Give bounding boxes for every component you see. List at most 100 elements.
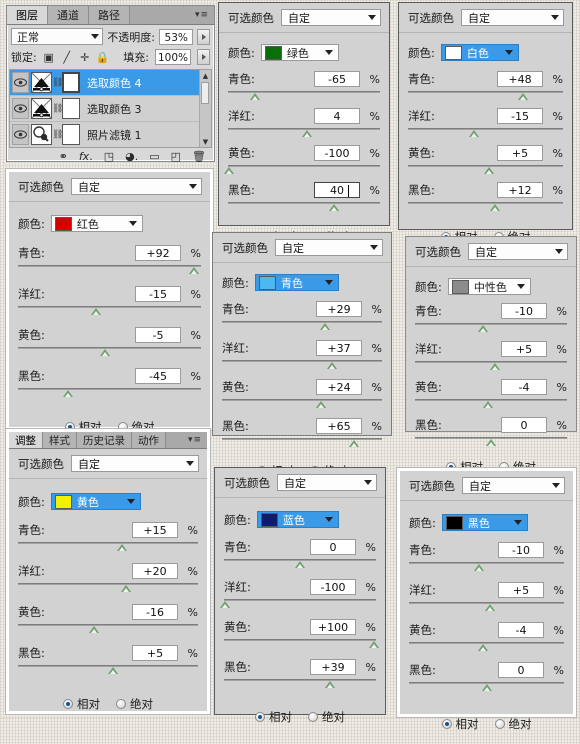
magenta-input[interactable]: +20 xyxy=(132,563,178,579)
black-input[interactable]: -45 xyxy=(135,368,181,384)
magenta-input[interactable]: 4 xyxy=(314,108,360,124)
black-thumb[interactable] xyxy=(324,681,335,688)
yellow-input[interactable]: -100 xyxy=(314,145,360,161)
black-input[interactable]: +12 xyxy=(497,182,543,198)
preset-select[interactable]: 自定 xyxy=(277,474,377,491)
black-input[interactable]: 0 xyxy=(501,417,547,433)
magenta-input[interactable]: -15 xyxy=(497,108,543,124)
cyan-input[interactable]: +92 xyxy=(135,245,181,261)
layer-list-scrollbar[interactable]: ▲ ▼ xyxy=(199,70,211,147)
yellow-thumb[interactable] xyxy=(99,349,110,356)
black-track[interactable] xyxy=(228,202,380,204)
color-select[interactable]: 蓝色 xyxy=(256,511,339,528)
cyan-track[interactable] xyxy=(18,265,201,267)
magenta-thumb[interactable] xyxy=(302,130,313,137)
table-row[interactable]: ⛓ 选取颜色 4 xyxy=(10,70,211,96)
opacity-stepper[interactable] xyxy=(197,28,210,45)
preset-select[interactable]: 自定 xyxy=(71,455,199,472)
add-mask-icon[interactable]: ◳ xyxy=(104,150,114,163)
fill-stepper[interactable] xyxy=(197,49,210,65)
tab-adjustments[interactable]: 调整 xyxy=(9,432,43,448)
magenta-input[interactable]: -15 xyxy=(135,286,181,302)
yellow-track[interactable] xyxy=(222,399,382,401)
cyan-input[interactable]: +48 xyxy=(497,71,543,87)
black-thumb[interactable] xyxy=(349,440,359,447)
magenta-thumb[interactable] xyxy=(485,604,496,611)
tab-paths[interactable]: 路径 xyxy=(89,6,130,24)
preset-select[interactable]: 自定 xyxy=(275,239,383,256)
link-icon[interactable]: ⛓ xyxy=(52,78,63,88)
tab-layers[interactable]: 图层 xyxy=(7,6,48,24)
black-thumb[interactable] xyxy=(481,684,492,691)
cyan-track[interactable] xyxy=(18,542,198,544)
absolute-radio[interactable]: 绝对 xyxy=(494,716,532,732)
magenta-thumb[interactable] xyxy=(468,130,479,137)
fill-input[interactable]: 100% xyxy=(155,49,191,65)
color-select[interactable]: 黑色 xyxy=(441,514,528,531)
black-input[interactable]: +65 xyxy=(316,418,362,434)
tab-actions[interactable]: 动作 xyxy=(132,432,166,448)
relative-radio[interactable]: 相对 xyxy=(441,716,479,732)
delete-layer-icon[interactable]: 🗑 xyxy=(192,150,206,163)
relative-radio[interactable]: 相对 xyxy=(63,696,100,712)
magenta-thumb[interactable] xyxy=(90,308,101,315)
visibility-eye-icon[interactable] xyxy=(12,72,29,93)
cyan-input[interactable]: +15 xyxy=(132,522,178,538)
black-thumb[interactable] xyxy=(107,667,118,674)
yellow-thumb[interactable] xyxy=(223,167,234,174)
magenta-track[interactable] xyxy=(408,128,563,130)
yellow-track[interactable] xyxy=(224,639,376,641)
scroll-down-icon[interactable]: ▼ xyxy=(200,136,211,147)
cyan-thumb[interactable] xyxy=(473,564,484,571)
lock-brush-icon[interactable]: ╱ xyxy=(61,51,73,64)
opacity-input[interactable]: 53% xyxy=(158,28,194,45)
cyan-thumb[interactable] xyxy=(517,93,528,100)
panel-menu-icon[interactable]: ▾≡ xyxy=(183,432,207,448)
black-thumb[interactable] xyxy=(489,204,500,211)
cyan-track[interactable] xyxy=(222,321,382,323)
black-input[interactable]: +5 xyxy=(132,645,178,661)
layer-mask-thumb[interactable] xyxy=(62,98,80,119)
yellow-input[interactable]: -5 xyxy=(135,327,181,343)
cyan-track[interactable] xyxy=(408,91,563,93)
yellow-thumb[interactable] xyxy=(484,167,495,174)
black-input[interactable]: 40 xyxy=(314,182,360,198)
preset-select[interactable]: 自定 xyxy=(71,178,202,195)
yellow-input[interactable]: +100 xyxy=(310,619,356,635)
adjustment-thumb[interactable] xyxy=(31,72,52,93)
color-select[interactable]: 中性色 xyxy=(447,278,531,295)
magenta-track[interactable] xyxy=(222,360,382,362)
magenta-thumb[interactable] xyxy=(489,363,500,370)
lock-all-icon[interactable]: 🔒 xyxy=(96,51,110,64)
black-thumb[interactable] xyxy=(486,439,496,446)
magenta-input[interactable]: +37 xyxy=(316,340,362,356)
table-row[interactable]: ⛓ 选取颜色 3 xyxy=(10,96,211,122)
yellow-input[interactable]: +24 xyxy=(316,379,362,395)
cyan-thumb[interactable] xyxy=(295,561,305,568)
magenta-input[interactable]: +5 xyxy=(498,582,544,598)
black-input[interactable]: 0 xyxy=(498,662,544,678)
yellow-track[interactable] xyxy=(228,165,380,167)
yellow-track[interactable] xyxy=(18,624,198,626)
table-row[interactable]: ⛓ 照片滤镜 1 xyxy=(10,122,211,147)
color-select[interactable]: 白色 xyxy=(440,44,519,61)
magenta-thumb[interactable] xyxy=(121,585,131,592)
tab-history[interactable]: 历史记录 xyxy=(77,432,132,448)
cyan-track[interactable] xyxy=(415,323,567,325)
lock-move-icon[interactable]: ✛ xyxy=(79,51,91,64)
color-select[interactable]: 绿色 xyxy=(260,44,339,61)
fx-icon[interactable]: fx. xyxy=(79,150,93,163)
magenta-track[interactable] xyxy=(224,599,376,601)
link-layers-icon[interactable]: ⚭ xyxy=(59,150,68,163)
color-select[interactable]: 黄色 xyxy=(50,493,141,510)
visibility-eye-icon[interactable] xyxy=(12,98,29,119)
black-input[interactable]: +39 xyxy=(310,659,356,675)
new-group-icon[interactable]: ▭ xyxy=(149,150,159,163)
magenta-track[interactable] xyxy=(18,583,198,585)
black-track[interactable] xyxy=(18,388,201,390)
black-thumb[interactable] xyxy=(329,204,340,211)
black-track[interactable] xyxy=(224,679,376,681)
cyan-thumb[interactable] xyxy=(249,93,260,100)
adjustment-thumb[interactable] xyxy=(31,98,52,119)
absolute-radio[interactable]: 绝对 xyxy=(116,696,153,712)
